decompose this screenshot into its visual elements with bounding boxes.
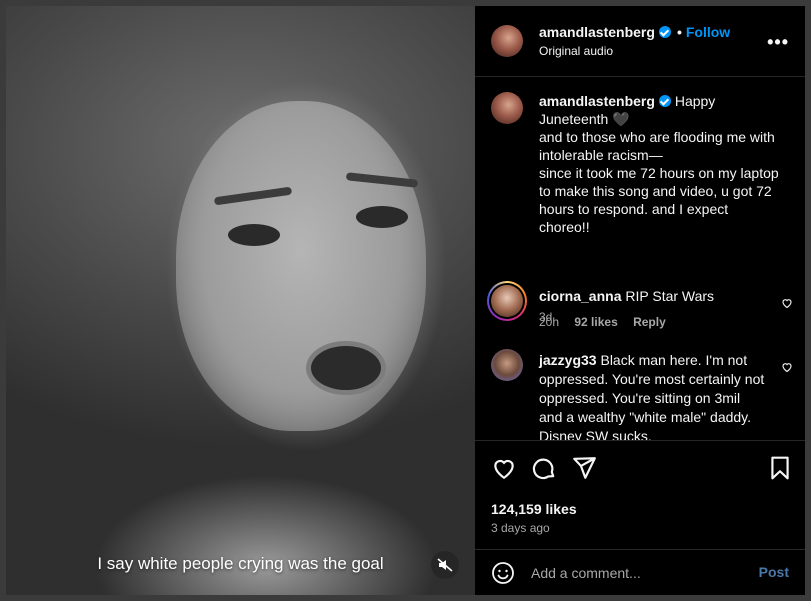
- video-face: [176, 101, 426, 431]
- heart-icon[interactable]: [781, 361, 793, 373]
- post-modal: I say white people crying was the goal a…: [6, 6, 805, 595]
- audio-link[interactable]: Original audio: [539, 44, 613, 58]
- author-username[interactable]: amandlastenberg: [539, 24, 655, 40]
- comment-likes[interactable]: 92 likes: [574, 315, 617, 329]
- speaker-muted-icon: [437, 558, 453, 572]
- verified-badge-icon: [658, 95, 671, 107]
- comment-bubble-icon[interactable]: [531, 455, 557, 481]
- share-send-icon[interactable]: [571, 455, 597, 481]
- comments-list[interactable]: amandlastenberg Happy Juneteenth 🖤 and t…: [475, 77, 805, 440]
- action-bar: 124,159 likes 3 days ago: [475, 440, 805, 550]
- likes-count[interactable]: 124,159 likes: [491, 501, 577, 517]
- caption-author-avatar[interactable]: [491, 92, 523, 124]
- separator-dot: •: [676, 24, 682, 40]
- comment-time[interactable]: 20h: [539, 315, 559, 329]
- reel-video[interactable]: I say white people crying was the goal: [6, 6, 475, 595]
- commenter-avatar[interactable]: [491, 349, 523, 381]
- save-bookmark-icon[interactable]: [767, 455, 793, 481]
- post-comment-button[interactable]: Post: [759, 564, 789, 580]
- post-header: amandlastenberg • Follow Original audio ••…: [475, 6, 805, 77]
- video-face-eye: [228, 224, 280, 246]
- video-face-eye: [356, 206, 408, 228]
- video-subtitle: I say white people crying was the goal: [97, 554, 384, 573]
- comment-text-line: jazzyg33 Black man here. I'm not oppress…: [539, 351, 767, 440]
- comment-username[interactable]: ciorna_anna: [539, 288, 621, 304]
- caption-username[interactable]: amandlastenberg: [539, 93, 655, 109]
- more-options-icon[interactable]: •••: [767, 32, 789, 53]
- like-heart-icon[interactable]: [491, 455, 517, 481]
- follow-button[interactable]: Follow: [686, 24, 730, 40]
- verified-badge-icon: [658, 26, 671, 38]
- reply-button[interactable]: Reply: [633, 315, 666, 329]
- caption-text-body: and to those who are flooding me with in…: [539, 129, 779, 235]
- commenter-avatar[interactable]: [491, 285, 523, 317]
- author-line: amandlastenberg • Follow: [539, 24, 730, 40]
- author-avatar[interactable]: [491, 25, 523, 57]
- comment-text-line: ciorna_anna RIP Star Wars: [539, 287, 767, 306]
- post-side-panel: amandlastenberg • Follow Original audio ••…: [475, 6, 805, 595]
- comment-text: RIP Star Wars: [625, 288, 715, 304]
- comment-meta: 20h 92 likes Reply: [539, 315, 678, 329]
- post-age[interactable]: 3 days ago: [491, 521, 550, 535]
- video-face-mouth: [306, 341, 386, 395]
- mute-button[interactable]: [431, 551, 459, 579]
- heart-icon[interactable]: [781, 297, 793, 309]
- add-comment-input[interactable]: [529, 562, 753, 584]
- add-comment-bar: Post: [475, 549, 805, 595]
- comment-username[interactable]: jazzyg33: [539, 352, 597, 368]
- emoji-icon[interactable]: [491, 561, 515, 585]
- post-caption: amandlastenberg Happy Juneteenth 🖤 and t…: [539, 92, 779, 236]
